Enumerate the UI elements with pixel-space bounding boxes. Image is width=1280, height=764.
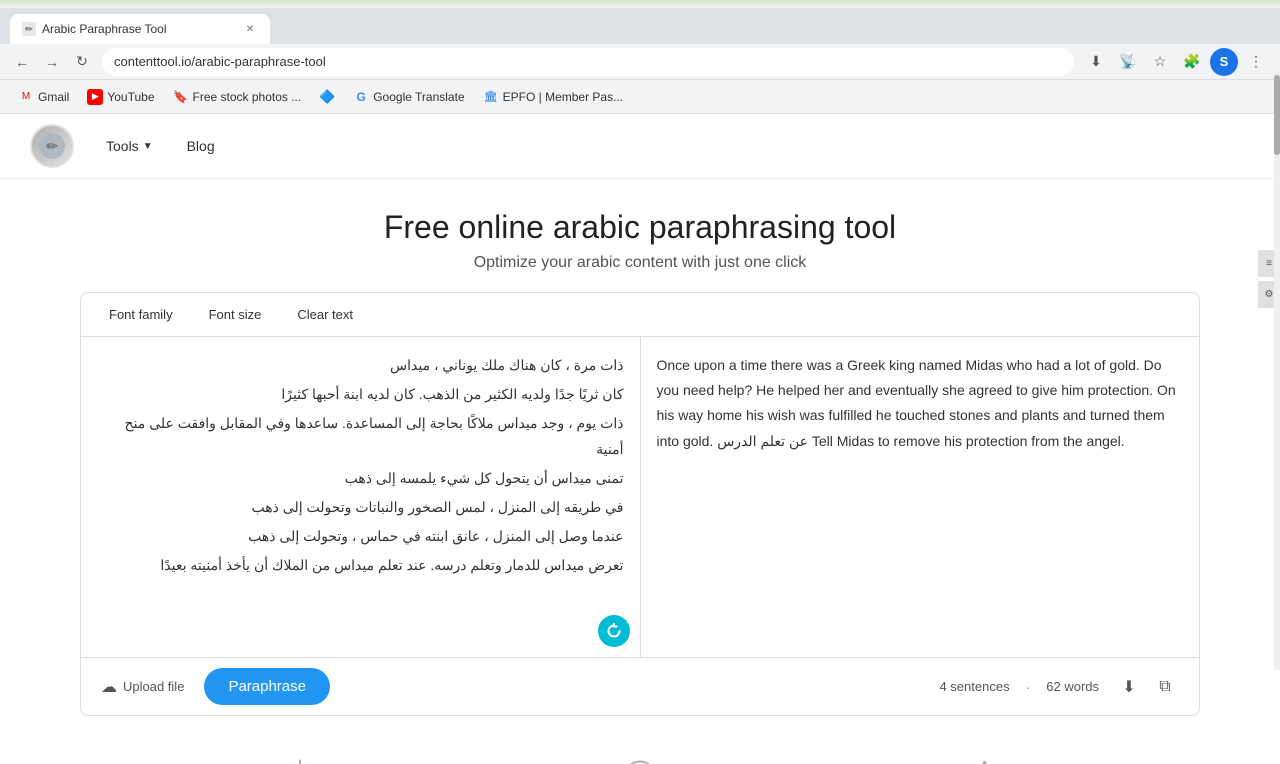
scroll-thumb <box>1274 75 1280 155</box>
copy-output-button[interactable]: ⧉ <box>1151 673 1179 701</box>
bookmark-freestockphotos[interactable]: 🔖 Free stock photos ... <box>165 85 310 109</box>
bookmark-gmail[interactable]: M Gmail <box>10 85 77 109</box>
chrome-ext-icon: 🔷 <box>319 89 335 105</box>
output-action-icons: ⬇ ⧉ <box>1115 673 1179 701</box>
nav-blog-label: Blog <box>187 138 215 154</box>
tab-favicon: ✏ <box>22 22 36 36</box>
bookmark-button[interactable]: ☆ <box>1146 48 1174 76</box>
address-input[interactable] <box>102 48 1074 76</box>
output-text: Once upon a time there was a Greek king … <box>657 353 1184 454</box>
tools-dropdown-icon: ▼ <box>143 141 153 152</box>
page-content: ✏ Tools ▼ Blog Free online arabic paraph… <box>0 114 1280 764</box>
tab-title: Arabic Paraphrase Tool <box>42 22 236 36</box>
browser-controls: ← → ↻ <box>10 50 94 74</box>
separator: · <box>1026 679 1031 695</box>
font-family-button[interactable]: Font family <box>101 303 181 326</box>
sentences-count: 4 sentences <box>939 679 1009 694</box>
paraphrase-button[interactable]: Paraphrase <box>204 668 330 705</box>
clear-text-button[interactable]: Clear text <box>289 303 361 326</box>
svg-text:✏: ✏ <box>46 138 58 154</box>
refresh-button[interactable] <box>598 615 630 647</box>
bottom-thumbsup-icon <box>960 756 1000 764</box>
bookmark-youtube[interactable]: ▶ YouTube <box>79 85 162 109</box>
words-count: 62 words <box>1046 679 1099 694</box>
upload-icon: ☁ <box>101 677 117 697</box>
arabic-input-text: ذات مرة ، كان هناك ملك يوناني ، ميداس كا… <box>97 353 624 579</box>
nav-tools-label: Tools <box>106 138 139 154</box>
arabic-line-2: كان ثريًا جدًا ولديه الكثير من الذهب. كا… <box>97 382 624 407</box>
tab-bar-gradient <box>0 0 1280 8</box>
output-panel: Once upon a time there was a Greek king … <box>641 337 1200 657</box>
bottom-sun-icon <box>280 756 320 764</box>
arabic-line-4: تمنى ميداس أن يتحول كل شيء يلمسه إلى ذهب <box>97 466 624 491</box>
input-panel[interactable]: ذات مرة ، كان هناك ملك يوناني ، ميداس كا… <box>81 337 641 657</box>
browser-action-buttons: ⬇ 📡 ☆ 🧩 S ⋮ <box>1082 48 1270 76</box>
upload-file-button[interactable]: ☁ Upload file <box>101 677 184 697</box>
arabic-line-3: ذات يوم ، وجد ميداس ملاكًا بحاجة إلى الم… <box>97 411 624 461</box>
active-tab[interactable]: ✏ Arabic Paraphrase Tool ✕ <box>10 14 270 44</box>
epfo-icon: 🏛 <box>483 89 499 105</box>
tool-panels: ذات مرة ، كان هناك ملك يوناني ، ميداس كا… <box>81 337 1199 657</box>
reload-button[interactable]: ↻ <box>70 50 94 74</box>
bookmark-gmail-label: Gmail <box>38 90 69 104</box>
tool-footer: ☁ Upload file Paraphrase 4 sentences · 6… <box>81 657 1199 715</box>
cast-button[interactable]: 📡 <box>1114 48 1142 76</box>
menu-button[interactable]: ⋮ <box>1242 48 1270 76</box>
bookmark-googletranslate[interactable]: G Google Translate <box>345 85 472 109</box>
bookmark-epfo-label: EPFO | Member Pas... <box>503 90 623 104</box>
bottom-circle-icon <box>620 756 660 764</box>
googletranslate-icon: G <box>353 89 369 105</box>
extensions-button[interactable]: 🧩 <box>1178 48 1206 76</box>
tool-toolbar: Font family Font size Clear text <box>81 293 1199 337</box>
hero-title: Free online arabic paraphrasing tool <box>20 209 1260 246</box>
arabic-line-1: ذات مرة ، كان هناك ملك يوناني ، ميداس <box>97 353 624 378</box>
upload-label: Upload file <box>123 679 184 694</box>
scrollbar[interactable] <box>1274 70 1280 670</box>
nav-blog[interactable]: Blog <box>175 132 227 160</box>
bookmark-epfo[interactable]: 🏛 EPFO | Member Pas... <box>475 85 631 109</box>
site-nav: Tools ▼ Blog <box>94 132 227 160</box>
logo-icon: ✏ <box>32 126 72 166</box>
site-header: ✏ Tools ▼ Blog <box>0 114 1280 179</box>
nav-tools[interactable]: Tools ▼ <box>94 132 165 160</box>
font-size-button[interactable]: Font size <box>201 303 270 326</box>
forward-button[interactable]: → <box>40 50 64 74</box>
bookmark-freestockphotos-label: Free stock photos ... <box>193 90 302 104</box>
address-bar-row: ← → ↻ ⬇ 📡 ☆ 🧩 S ⋮ <box>0 44 1280 80</box>
download-page-button[interactable]: ⬇ <box>1082 48 1110 76</box>
bottom-icons-section <box>0 736 1280 764</box>
freestockphotos-icon: 🔖 <box>173 89 189 105</box>
bookmark-youtube-label: YouTube <box>107 90 154 104</box>
tab-close-button[interactable]: ✕ <box>242 21 258 37</box>
download-output-button[interactable]: ⬇ <box>1115 673 1143 701</box>
site-logo[interactable]: ✏ <box>30 124 74 168</box>
profile-picture-button[interactable]: S <box>1210 48 1238 76</box>
tabs-row: ✏ Arabic Paraphrase Tool ✕ <box>0 8 1280 44</box>
youtube-icon: ▶ <box>87 89 103 105</box>
hero-section: Free online arabic paraphrasing tool Opt… <box>0 179 1280 292</box>
tool-container: Font family Font size Clear text ذات مرة… <box>80 292 1200 716</box>
arabic-line-5: في طريقه إلى المنزل ، لمس الصخور والنبات… <box>97 495 624 520</box>
bookmark-chrome-ext[interactable]: 🔷 <box>311 85 343 109</box>
hero-subtitle: Optimize your arabic content with just o… <box>20 254 1260 272</box>
back-button[interactable]: ← <box>10 50 34 74</box>
arabic-line-7: تعرض ميداس للدمار وتعلم درسه. عند تعلم م… <box>97 553 624 578</box>
bookmark-googletranslate-label: Google Translate <box>373 90 464 104</box>
profile-avatar: S <box>1210 48 1238 76</box>
stats-area: 4 sentences · 62 words ⬇ ⧉ <box>939 673 1179 701</box>
bookmarks-bar: M Gmail ▶ YouTube 🔖 Free stock photos ..… <box>0 80 1280 114</box>
arabic-line-6: عندما وصل إلى المنزل ، عانق ابنته في حما… <box>97 524 624 549</box>
gmail-icon: M <box>18 89 34 105</box>
